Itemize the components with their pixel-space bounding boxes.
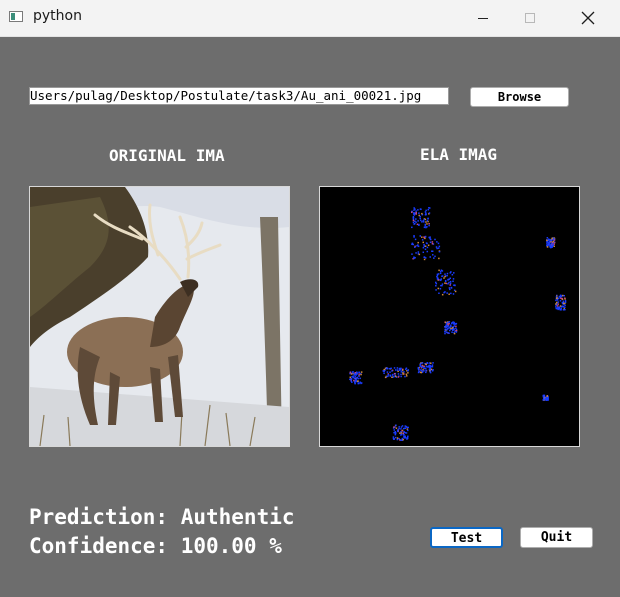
ela-image bbox=[319, 186, 580, 447]
file-path-field[interactable]: Users/pulag/Desktop/Postulate/task3/Au_a… bbox=[29, 87, 449, 105]
confidence-text: Confidence: 100.00 % bbox=[29, 534, 282, 558]
window-title: python bbox=[33, 8, 82, 24]
prediction-text: Prediction: Authentic bbox=[29, 505, 295, 529]
quit-button[interactable]: Quit bbox=[520, 527, 593, 548]
minimize-icon[interactable] bbox=[460, 0, 506, 36]
app-icon bbox=[9, 11, 23, 22]
maximize-icon[interactable] bbox=[507, 0, 553, 36]
test-button[interactable]: Test bbox=[430, 527, 503, 548]
ela-image-label: ELA IMAG bbox=[420, 145, 498, 164]
original-image-label: ORIGINAL IMA bbox=[109, 146, 225, 165]
original-image bbox=[29, 186, 290, 447]
close-icon[interactable] bbox=[565, 0, 611, 36]
title-bar: python bbox=[0, 0, 620, 37]
browse-button[interactable]: Browse bbox=[470, 87, 569, 107]
app-window: python Users/pulag/Desktop/Postulate/tas… bbox=[0, 0, 620, 597]
